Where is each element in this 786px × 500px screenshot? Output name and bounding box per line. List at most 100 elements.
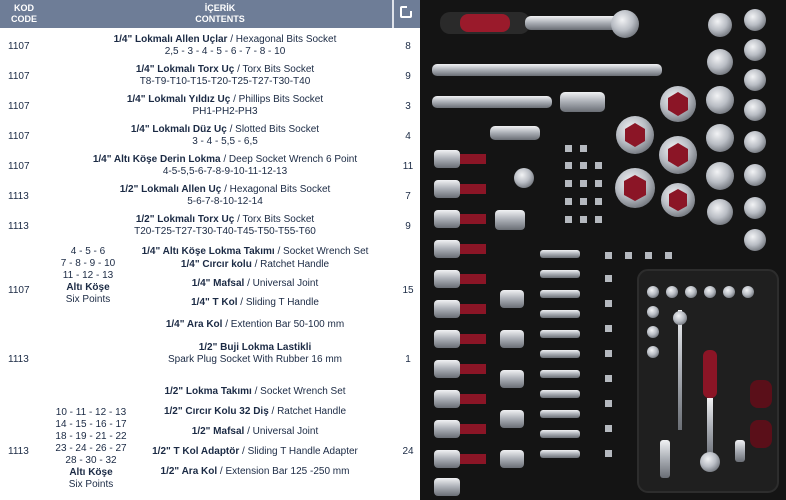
row-code: 1107 [8,131,30,142]
group2-item: 1/2" Cırcır Kolu 32 Diş / Ratchet Handle [110,406,400,418]
group1-item: 1/4" Cırcır kolu / Ratchet Handle [110,259,400,271]
group1-item: 1/4" T Kol / Sliding T Handle [110,297,400,309]
group2-code: 1113 [8,446,29,457]
product-photo [420,0,786,500]
row-sizes: 2,5 - 3 - 4 - 5 - 6 - 7 - 8 - 10 [164,46,286,57]
group1-item: 1/4" Ara Kol / Extention Bar 50-100 mm [110,319,400,331]
group1-qty: 15 [402,285,414,296]
group1-item-en: / Sliding T Handle [237,297,319,308]
group1-item-tr: 1/4" Ara Kol [165,319,223,330]
row-title-tr: 1/4" Lokmalı Allen Uçlar [113,34,228,45]
row-sizes: T8-T9-T10-T15-T20-T25-T27-T30-T40 [139,76,311,87]
spark-sub: Spark Plug Socket With Rubber 16 mm [168,354,342,365]
row-code: 1107 [8,71,30,82]
quarter-inch-case [637,269,779,493]
group1-item-tr: 1/4" Cırcır kolu [180,259,252,270]
row-title-tr: 1/4" Lokmalı Yıldız Uç [126,94,231,105]
group1-item-en: / Ratchet Handle [251,259,330,270]
header-contents: İÇERİK CONTENTS [48,0,392,28]
group2-item-en: / Socket Wrench Set [251,386,346,397]
group1-item-en: / Universal Joint [244,278,319,289]
row-title-en: / Hexagonal Bits Socket [221,184,331,195]
row-title: 1/4" Altı Köşe Derin Lokma / Deep Socket… [60,154,390,166]
group2-item-tr: 1/2" Cırcır Kolu 32 Diş [163,406,269,417]
row-code: 1107 [8,101,30,112]
group2-item-tr: 1/2" Mafsal [191,426,245,437]
group2-item: 1/2" T Kol Adaptör / Sliding T Handle Ad… [110,446,400,458]
row-title-en: / Slotted Bits Socket [226,124,320,135]
row-title: 1/4" Lokmalı Düz Uç / Slotted Bits Socke… [60,124,390,136]
spark-title-tr: 1/2" Buji Lokma Lastikli [198,342,312,353]
row-qty: 8 [405,41,411,52]
group2-item: 1/2" Lokma Takımı / Socket Wrench Set [110,386,400,398]
group2-item: 1/2" Ara Kol / Extension Bar 125 -250 mm [110,466,400,478]
row-title-tr: 1/4" Lokmalı Torx Uç [135,64,235,75]
row-title-tr: 1/4" Lokmalı Düz Uç [130,124,227,135]
row-qty: 9 [405,71,411,82]
group1-item-en: / Socket Wrench Set [274,246,369,257]
row-title-tr: 1/2" Lokmalı Torx Uç [135,214,235,225]
group1-item-tr: 1/4" T Kol [191,297,238,308]
extension-bar [432,64,662,76]
header-code-en: CODE [10,14,37,24]
row-title: 1/2" Lokmalı Allen Uç / Hexagonal Bits S… [60,184,390,196]
group1-item-tr: 1/4" Mafsal [191,278,245,289]
row-title: 1/4" Lokmalı Yıldız Uç / Phillips Bits S… [60,94,390,106]
row-sizes: 3 - 4 - 5,5 - 6,5 [192,136,258,147]
row-sizes: T20-T25-T27-T30-T40-T45-T50-T55-T60 [134,226,316,237]
group2-sizes: 10 - 11 - 12 - 13 14 - 15 - 16 - 17 18 -… [48,407,134,491]
row-title-en: / Hexagonal Bits Socket [227,34,337,45]
row-sizes: 4-5-5,5-6-7-8-9-10-11-12-13 [162,166,288,177]
row-sizes: 5-6-7-8-10-12-14 [187,196,263,207]
row-code: 1107 [8,41,30,52]
header-contents-tr: İÇERİK [204,3,236,13]
row-title: 1/4" Lokmalı Allen Uçlar / Hexagonal Bit… [60,34,390,46]
row-code: 1113 [8,221,29,232]
group2-point-tr: Altı Köşe [69,467,113,478]
spark-code: 1113 [8,354,29,365]
row-title-tr: 1/2" Lokmalı Allen Uç [119,184,222,195]
group2-item-tr: 1/2" Lokma Takımı [164,386,252,397]
group2-qty: 24 [402,446,414,457]
group2-point-en: Six Points [68,479,114,490]
group2-size-line: 10 - 11 - 12 - 13 [55,407,127,418]
group2-size-line: 18 - 19 - 21 - 22 [55,431,127,442]
group2-item: 1/2" Mafsal / Universal Joint [110,426,400,438]
group2-item-en: / Sliding T Handle Adapter [239,446,358,457]
group2-item-en: / Ratchet Handle [268,406,347,417]
group1-item-en: / Extention Bar 50-100 mm [222,319,345,330]
row-title-en: / Torx Bits Socket [234,214,315,225]
group2-size-line: 23 - 24 - 26 - 27 [55,443,127,454]
group2-size-line: 28 - 30 - 32 [65,455,117,466]
row-title-en: / Phillips Bits Socket [230,94,324,105]
row-sizes: PH1-PH2-PH3 [192,106,258,117]
row-title: 1/2" Lokmalı Torx Uç / Torx Bits Socket [60,214,390,226]
group1-item-tr: 1/4" Altı Köşe Lokma Takımı [141,246,275,257]
row-code: 1113 [8,191,29,202]
tool-tray-image [420,0,786,500]
group1-item: 1/4" Altı Köşe Lokma Takımı / Socket Wre… [110,246,400,258]
row-qty: 4 [405,131,411,142]
contents-table: KOD CODE İÇERİK CONTENTS 1107 1/4" Lokma… [0,0,420,500]
spark-qty: 1 [405,354,411,365]
header-contents-en: CONTENTS [195,14,245,24]
row-qty: 11 [402,161,414,172]
row-qty: 7 [405,191,411,202]
row-qty: 3 [405,101,411,112]
group2-item-tr: 1/2" T Kol Adaptör [152,446,240,457]
row-qty: 9 [405,221,411,232]
spark-title: 1/2" Buji Lokma Lastikli [110,342,400,354]
row-title-en: / Torx Bits Socket [234,64,315,75]
group2-item-en: / Universal Joint [244,426,319,437]
row-code: 1107 [8,161,30,172]
group1-item: 1/4" Mafsal / Universal Joint [110,278,400,290]
row-title-en: / Deep Socket Wrench 6 Point [220,154,358,165]
group2-item-tr: 1/2" Ara Kol [160,466,218,477]
header-code-tr: KOD [14,3,34,13]
row-title-tr: 1/4" Altı Köşe Derin Lokma [92,154,221,165]
box-icon [400,5,413,18]
row-title: 1/4" Lokmalı Torx Uç / Torx Bits Socket [60,64,390,76]
group2-size-line: 14 - 15 - 16 - 17 [55,419,127,430]
header-code: KOD CODE [0,0,48,28]
group2-item-en: / Extension Bar 125 -250 mm [217,466,350,477]
